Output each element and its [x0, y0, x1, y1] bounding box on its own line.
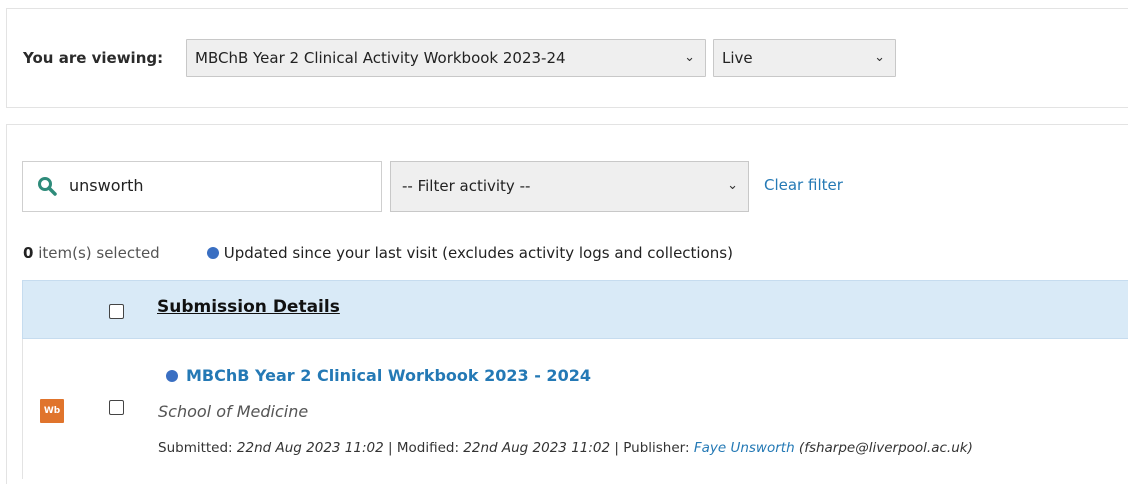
activity-filter-value: -- Filter activity --: [402, 177, 531, 195]
submitted-label: Submitted:: [158, 440, 237, 456]
status-select[interactable]: Live ⌄: [713, 39, 896, 77]
modified-date: 22nd Aug 2023 11:02: [463, 440, 611, 456]
clear-filter-link[interactable]: Clear filter: [764, 176, 843, 194]
updated-legend: Updated since your last visit (excludes …: [207, 244, 733, 262]
search-input-value: unsworth: [69, 176, 144, 195]
workbook-icon: Wb: [40, 399, 64, 423]
row-checkbox[interactable]: [109, 400, 124, 415]
search-icon: [38, 177, 57, 196]
modified-label: | Modified:: [383, 440, 464, 456]
submission-title: MBChB Year 2 Clinical Workbook 2023 - 20…: [186, 366, 591, 385]
chevron-down-icon: ⌄: [874, 50, 885, 65]
submission-meta: Submitted: 22nd Aug 2023 11:02 | Modifie…: [158, 440, 973, 456]
viewing-label: You are viewing:: [23, 49, 164, 67]
publisher-email: (fsharpe@liverpool.ac.uk): [798, 440, 973, 456]
chevron-down-icon: ⌄: [684, 50, 695, 65]
updated-dot-icon: [166, 370, 178, 382]
workbook-select-value: MBChB Year 2 Clinical Activity Workbook …: [195, 49, 566, 67]
chevron-down-icon: ⌄: [727, 178, 738, 193]
updated-dot-icon: [207, 247, 219, 259]
submission-school: School of Medicine: [158, 402, 309, 421]
selected-count-suffix: item(s) selected: [33, 244, 160, 262]
publisher-link[interactable]: Faye Unsworth: [694, 440, 795, 456]
publisher-label: | Publisher:: [610, 440, 694, 456]
selection-count: 0 item(s) selected: [23, 244, 160, 262]
select-all-checkbox[interactable]: [109, 304, 124, 319]
submitted-date: 22nd Aug 2023 11:02: [236, 440, 384, 456]
status-select-value: Live: [722, 49, 753, 67]
workbook-select[interactable]: MBChB Year 2 Clinical Activity Workbook …: [186, 39, 706, 77]
search-input[interactable]: unsworth: [22, 161, 382, 212]
selected-count: 0: [23, 244, 34, 262]
submission-details-header[interactable]: Submission Details: [157, 297, 340, 317]
submission-title-link[interactable]: MBChB Year 2 Clinical Workbook 2023 - 20…: [166, 366, 591, 385]
activity-filter-select[interactable]: -- Filter activity -- ⌄: [390, 161, 749, 212]
updated-legend-text: Updated since your last visit (excludes …: [223, 244, 733, 262]
